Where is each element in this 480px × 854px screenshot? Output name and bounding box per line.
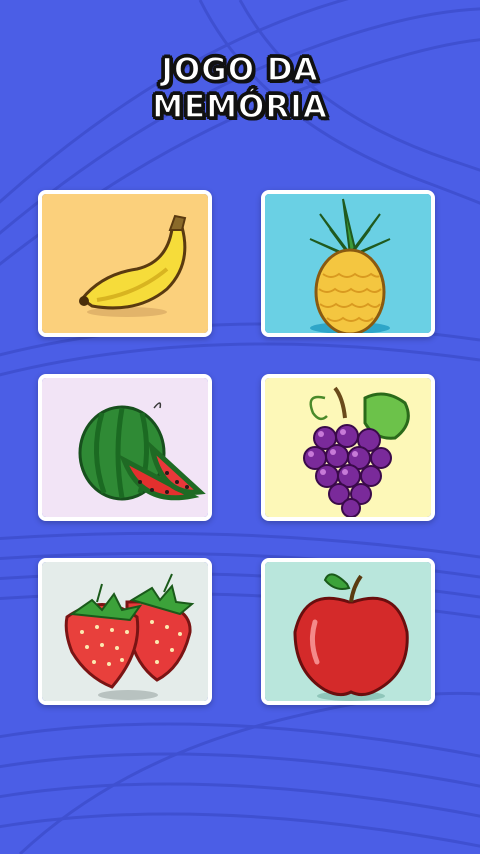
pineapple-icon: [265, 194, 431, 333]
memory-card-strawberry[interactable]: [38, 558, 212, 705]
banana-icon: [42, 194, 208, 333]
memory-card-apple[interactable]: [261, 558, 435, 705]
game-title: JOGO DA MEMÓRIA: [0, 51, 480, 126]
memory-card-pineapple[interactable]: [261, 190, 435, 337]
apple-icon: [265, 562, 431, 701]
game-title-line2: MEMÓRIA: [151, 88, 328, 126]
grapes-icon: [265, 378, 431, 517]
watermelon-icon: [42, 378, 208, 517]
game-title-line1: JOGO DA: [161, 51, 319, 89]
memory-card-banana[interactable]: [38, 190, 212, 337]
memory-card-grapes[interactable]: [261, 374, 435, 521]
strawberry-icon: [42, 562, 208, 701]
memory-card-watermelon[interactable]: [38, 374, 212, 521]
